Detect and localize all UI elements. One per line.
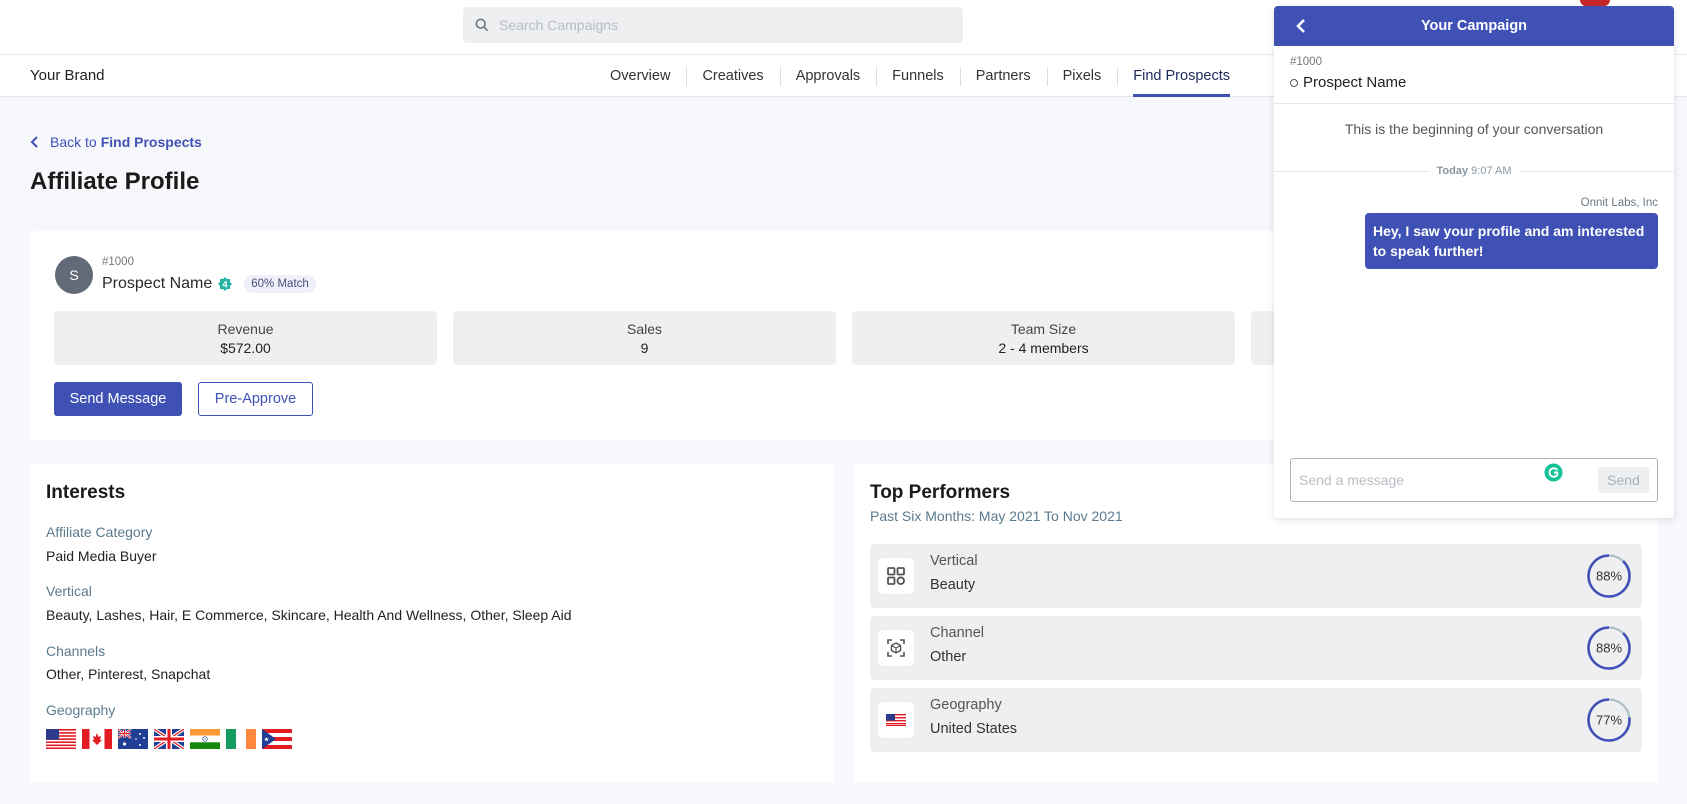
vertical-label: Vertical — [46, 583, 92, 599]
stat-team-size: Team Size 2 - 4 members — [852, 311, 1235, 365]
tab-overview[interactable]: Overview — [594, 55, 686, 97]
puerto-rico-flag-icon — [262, 729, 292, 749]
chat-panel: Your Campaign #1000 Prospect Name This i… — [1274, 6, 1674, 518]
performer-row-geography: Geography United States 77% — [870, 688, 1642, 752]
tab-bar: Overview Creatives Approvals Funnels Par… — [594, 55, 1246, 97]
performer-label: Geography — [930, 697, 1002, 713]
level-badge-number: 4 — [223, 280, 228, 290]
stat-label: Team Size — [1010, 320, 1077, 337]
grid-icon — [887, 567, 905, 585]
prospect-name: Prospect Name — [102, 275, 213, 292]
chat-prospect-row: Prospect Name — [1290, 74, 1406, 91]
progress-ring-label: 77% — [1596, 713, 1622, 728]
tab-funnels[interactable]: Funnels — [876, 55, 960, 97]
performer-value: United States — [930, 721, 1018, 737]
level-badge-icon: 4 — [218, 277, 233, 291]
ireland-flag-icon — [226, 729, 256, 749]
tab-approvals[interactable]: Approvals — [779, 55, 876, 97]
page-title: Affiliate Profile — [30, 168, 200, 195]
performer-row-channel: Channel Other 88% — [870, 616, 1642, 680]
perf-icon-box — [878, 630, 914, 666]
chat-header: Your Campaign — [1274, 6, 1674, 46]
avatar: S — [55, 256, 93, 294]
conversation-start-text: This is the beginning of your conversati… — [1344, 121, 1604, 137]
stat-revenue: Revenue $572.00 — [54, 311, 437, 365]
channels-value: Other, Pinterest, Snapchat — [46, 666, 211, 682]
chat-prospect-id: #1000 — [1290, 56, 1322, 68]
performer-row-vertical: Vertical Beauty 88% — [870, 544, 1642, 608]
us-flag-icon — [886, 714, 906, 726]
divider — [1274, 103, 1674, 104]
send-message-button[interactable]: Send Message — [54, 382, 182, 416]
back-link-target: Find Prospects — [100, 134, 202, 150]
chevron-left-icon[interactable] — [1294, 18, 1308, 34]
message-bubble: Hey, I saw your profile and am intereste… — [1365, 213, 1658, 269]
tab-pixels[interactable]: Pixels — [1046, 55, 1118, 97]
channels-label: Channels — [46, 643, 106, 659]
back-link-prefix: Back to — [50, 134, 97, 150]
interests-title: Interests — [46, 482, 126, 503]
vertical-value: Beauty, Lashes, Hair, E Commerce, Skinca… — [46, 607, 572, 623]
perf-icon-box — [878, 702, 914, 738]
top-performers-subtitle: Past Six Months: May 2021 To Nov 2021 — [870, 508, 1123, 524]
india-flag-icon — [190, 729, 220, 749]
progress-ring: 88% — [1587, 554, 1631, 598]
top-performers-title: Top Performers — [870, 482, 1011, 503]
chat-title: Your Campaign — [1420, 18, 1528, 34]
chat-prospect-name: Prospect Name — [1303, 74, 1407, 91]
message-composer: Send — [1290, 458, 1658, 502]
stat-value: 9 — [640, 339, 649, 356]
affiliate-category-value: Paid Media Buyer — [46, 548, 157, 564]
tab-find-prospects[interactable]: Find Prospects — [1117, 55, 1246, 97]
date-separator: Today 9:07 AM — [1274, 164, 1674, 178]
performer-value: Other — [930, 649, 967, 665]
progress-ring: 77% — [1587, 698, 1631, 742]
progress-ring: 88% — [1587, 626, 1631, 670]
tab-partners[interactable]: Partners — [959, 55, 1047, 97]
stat-sales: Sales 9 — [453, 311, 836, 365]
message-sender: Onnit Labs, Inc — [1580, 197, 1658, 209]
search-icon — [475, 18, 489, 32]
chevron-left-icon — [30, 136, 38, 148]
perf-icon-box — [878, 558, 914, 594]
uk-flag-icon — [154, 729, 184, 749]
pre-approve-button[interactable]: Pre-Approve — [198, 382, 313, 416]
prospect-name-row: Prospect Name 4 60% Match — [102, 275, 316, 293]
interests-card: Interests Affiliate Category Paid Media … — [30, 464, 834, 783]
search-input[interactable] — [499, 17, 939, 33]
geography-label: Geography — [46, 702, 116, 718]
prospect-id: #1000 — [102, 256, 134, 268]
stat-label: Sales — [626, 320, 663, 337]
progress-ring-label: 88% — [1596, 641, 1622, 656]
tab-creatives[interactable]: Creatives — [686, 55, 779, 97]
us-flag-icon — [46, 729, 76, 749]
geography-flags — [46, 729, 292, 749]
date-label: Today — [1436, 165, 1469, 177]
message-input[interactable] — [1299, 469, 1559, 491]
time-label: 9:07 AM — [1471, 165, 1512, 177]
affiliate-category-label: Affiliate Category — [46, 524, 153, 540]
ar-cube-icon — [887, 639, 905, 657]
brand-name: Your Brand — [30, 67, 105, 84]
match-badge: 60% Match — [244, 275, 316, 293]
grammarly-icon[interactable] — [1544, 463, 1563, 482]
back-link[interactable]: Back to Find Prospects — [30, 134, 202, 150]
send-button[interactable]: Send — [1598, 467, 1649, 493]
stat-label: Revenue — [217, 320, 274, 337]
performer-label: Vertical — [930, 553, 978, 569]
status-dot-icon — [1290, 78, 1298, 87]
performer-value: Beauty — [930, 577, 976, 593]
progress-ring-label: 88% — [1596, 569, 1622, 584]
canada-flag-icon — [82, 729, 112, 749]
performer-label: Channel — [930, 625, 985, 641]
search-box[interactable] — [463, 7, 963, 43]
stat-value: 2 - 4 members — [998, 339, 1089, 356]
stat-value: $572.00 — [220, 339, 271, 356]
australia-flag-icon — [118, 729, 148, 749]
